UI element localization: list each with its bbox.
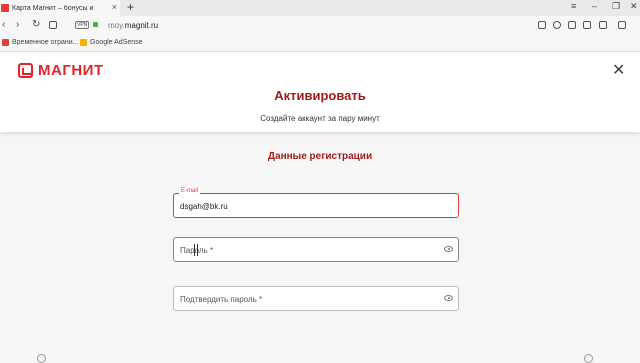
info-icon[interactable]	[584, 354, 593, 363]
close-window-button[interactable]: ✕	[630, 1, 638, 12]
magnit-favicon-icon	[1, 4, 9, 12]
email-field[interactable]: E-mail dsgah@bk.ru	[173, 188, 459, 218]
eye-icon[interactable]	[444, 295, 453, 301]
confirm-password-field[interactable]: Подтвердить пароль *	[173, 286, 459, 311]
adsense-icon	[80, 39, 87, 46]
password-field[interactable]: Пароль *	[173, 237, 459, 262]
eye-icon[interactable]	[444, 246, 453, 252]
tab-title: Карта Магнит – бонусы и	[12, 4, 94, 12]
menu-icon[interactable]: ≡	[571, 1, 576, 11]
address-bar: ‹ › ↻ VPN moy.magnit.ru	[0, 16, 640, 36]
restore-button[interactable]: ❐	[612, 1, 620, 12]
page-subtitle: Создайте аккаунт за пару минут	[260, 114, 380, 123]
magnit-logo[interactable]: МАГНИТ	[18, 62, 104, 79]
camera-icon[interactable]	[538, 21, 546, 29]
download-icon[interactable]	[618, 21, 626, 29]
lock-icon[interactable]	[93, 22, 98, 27]
text-cursor-icon	[194, 244, 198, 256]
extensions-icon[interactable]	[599, 21, 607, 29]
url-host: magnit.ru	[124, 21, 159, 30]
bookmark-item[interactable]: Google AdSense	[80, 39, 143, 46]
help-icon[interactable]	[37, 354, 46, 363]
modal-header: МАГНИТ ✕ Активировать Создайте аккаунт з…	[0, 52, 640, 132]
email-label: E-mail	[179, 188, 201, 194]
heart-icon[interactable]	[583, 21, 591, 29]
reload-button[interactable]: ↻	[32, 19, 40, 30]
minimize-button[interactable]: –	[592, 1, 597, 11]
bookmark-label: Google AdSense	[90, 39, 143, 46]
speed-dial-icon[interactable]	[49, 21, 57, 29]
forward-button[interactable]: ›	[16, 19, 19, 30]
logo-text: МАГНИТ	[38, 62, 104, 79]
magnit-logo-icon	[18, 63, 33, 78]
gmail-icon	[2, 39, 9, 46]
vpn-badge[interactable]: VPN	[75, 21, 90, 29]
section-title: Данные регистрации	[267, 151, 373, 162]
tab-bar: Карта Магнит – бонусы и × + ≡ – ❐ ✕	[0, 0, 640, 16]
bookmark-label: Временное ограни...	[12, 39, 79, 46]
new-tab-button[interactable]: +	[127, 1, 134, 14]
shield-icon[interactable]	[553, 21, 561, 29]
url-prefix: moy.	[108, 21, 125, 30]
browser-tab[interactable]: Карта Магнит – бонусы и ×	[0, 0, 120, 16]
confirm-password-placeholder: Подтвердить пароль *	[180, 295, 263, 304]
bookmarks-bar: Временное ограни... Google AdSense	[0, 36, 640, 52]
page: МАГНИТ ✕ Активировать Создайте аккаунт з…	[0, 52, 640, 363]
page-title: Активировать	[274, 88, 366, 103]
close-icon[interactable]: ✕	[612, 63, 625, 79]
bookmark-item[interactable]: Временное ограни...	[2, 39, 78, 46]
back-button[interactable]: ‹	[2, 19, 5, 30]
send-icon[interactable]	[568, 21, 576, 29]
email-value: dsgah@bk.ru	[180, 202, 228, 211]
tab-close-icon[interactable]: ×	[112, 2, 117, 12]
url-field[interactable]: moy.magnit.ru	[108, 21, 158, 30]
